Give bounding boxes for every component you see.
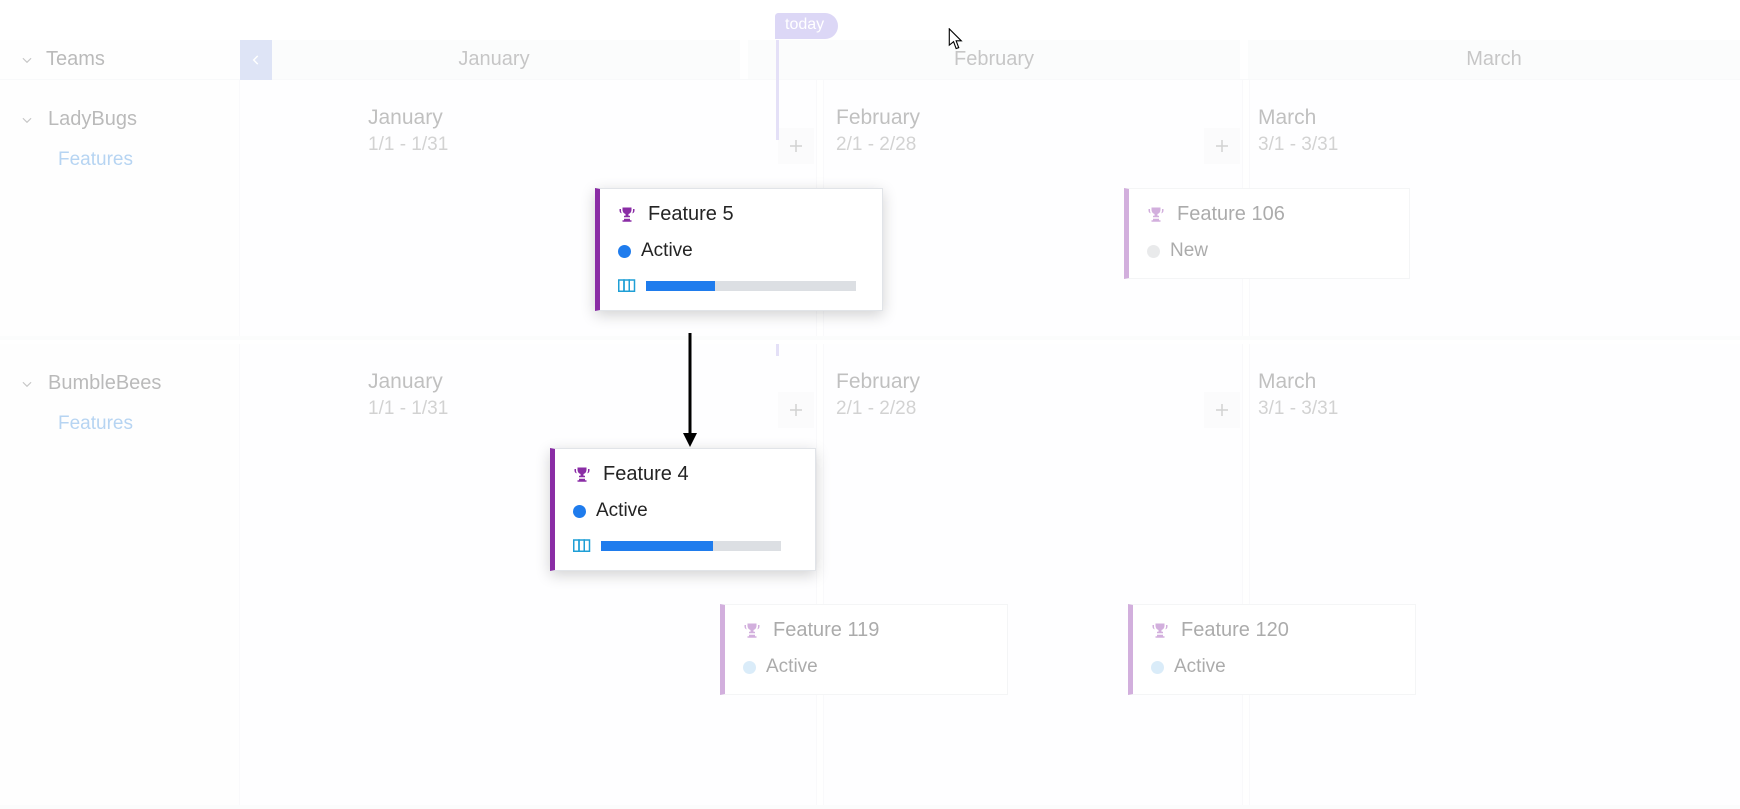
swimlane-subgroup-features[interactable]: Features [58, 149, 239, 171]
card-title: Feature 120 [1181, 619, 1289, 642]
chevron-down-icon [20, 113, 34, 127]
card-feature-119[interactable]: Feature 119 Active [720, 604, 1008, 695]
trophy-icon [1151, 622, 1169, 640]
month-range: 3/1 - 3/31 [1258, 398, 1338, 420]
chevron-left-icon [249, 53, 263, 67]
plus-icon [787, 401, 805, 419]
today-line [776, 40, 779, 140]
swimlane-toggle-ladybugs[interactable]: LadyBugs [20, 108, 239, 131]
card-status: Active [1174, 656, 1226, 678]
month-name: January [368, 370, 448, 394]
month-name: February [836, 106, 920, 130]
swimlane-body: January 1/1 - 1/31 February 2/1 - 2/28 M… [240, 344, 1740, 805]
add-item-button[interactable] [778, 128, 814, 164]
chevron-down-icon [20, 53, 34, 67]
book-icon [573, 538, 591, 554]
status-dot-icon [743, 661, 756, 674]
swimlane-bumblebees: BumbleBees Features January 1/1 - 1/31 F… [0, 344, 1740, 809]
trophy-icon [1147, 206, 1165, 224]
trophy-icon [573, 466, 591, 484]
month-range: 1/1 - 1/31 [368, 398, 448, 420]
card-status: Active [641, 240, 693, 262]
month-header-january: January 1/1 - 1/31 [368, 106, 448, 156]
month-name: March [1258, 370, 1338, 394]
swimlane-body: January 1/1 - 1/31 February 2/1 - 2/28 M… [240, 80, 1740, 336]
month-range: 1/1 - 1/31 [368, 134, 448, 156]
column-divider [1242, 344, 1250, 805]
trophy-icon [618, 206, 636, 224]
today-badge: today [775, 13, 838, 39]
plus-icon [1213, 137, 1231, 155]
progress-bar [646, 281, 856, 291]
card-title: Feature 119 [773, 619, 879, 642]
chevron-down-icon [20, 377, 34, 391]
status-dot-icon [1147, 245, 1160, 258]
card-title: Feature 5 [648, 203, 734, 226]
swimlane-title: LadyBugs [48, 108, 137, 131]
month-header-january: January 1/1 - 1/31 [368, 370, 448, 420]
column-divider [816, 344, 824, 805]
card-title: Feature 4 [603, 463, 689, 486]
swimlane-side-bumblebees: BumbleBees Features [0, 344, 240, 805]
add-item-button[interactable] [1204, 392, 1240, 428]
progress-fill [601, 541, 713, 551]
swimlane-subgroup-features[interactable]: Features [58, 413, 239, 435]
plus-icon [787, 137, 805, 155]
card-feature-4[interactable]: Feature 4 Active [550, 448, 816, 571]
card-feature-106[interactable]: Feature 106 New [1124, 188, 1410, 279]
card-feature-5[interactable]: Feature 5 Active [595, 188, 883, 311]
header-month-january[interactable]: January [240, 40, 740, 79]
progress-fill [646, 281, 715, 291]
status-dot-icon [618, 245, 631, 258]
card-title: Feature 106 [1177, 203, 1285, 226]
swimlane-toggle-bumblebees[interactable]: BumbleBees [20, 372, 239, 395]
month-header-march: March 3/1 - 3/31 [1258, 106, 1338, 156]
card-status: New [1170, 240, 1208, 262]
status-dot-icon [1151, 661, 1164, 674]
add-item-button[interactable] [1204, 128, 1240, 164]
sidebar-header-label: Teams [46, 48, 105, 71]
card-status: Active [766, 656, 818, 678]
month-name: January [368, 106, 448, 130]
swimlane-title: BumbleBees [48, 372, 161, 395]
card-status: Active [596, 500, 648, 522]
prev-month-button[interactable] [240, 40, 272, 80]
trophy-icon [743, 622, 761, 640]
book-icon [618, 278, 636, 294]
month-name: February [836, 370, 920, 394]
month-header-february: February 2/1 - 2/28 [836, 106, 920, 156]
status-dot-icon [573, 505, 586, 518]
month-range: 2/1 - 2/28 [836, 134, 920, 156]
month-header-march: March 3/1 - 3/31 [1258, 370, 1338, 420]
header-month-february[interactable]: February [740, 40, 1240, 79]
add-item-button[interactable] [778, 392, 814, 428]
card-feature-120[interactable]: Feature 120 Active [1128, 604, 1416, 695]
header-month-march[interactable]: March [1240, 40, 1740, 79]
month-range: 2/1 - 2/28 [836, 398, 920, 420]
plus-icon [1213, 401, 1231, 419]
dependency-arrow [682, 333, 698, 449]
progress-bar [601, 541, 781, 551]
month-range: 3/1 - 3/31 [1258, 134, 1338, 156]
month-header-february: February 2/1 - 2/28 [836, 370, 920, 420]
sidebar-header[interactable]: Teams [0, 40, 240, 79]
today-line-segment [776, 344, 779, 356]
month-name: March [1258, 106, 1338, 130]
swimlane-side-ladybugs: LadyBugs Features [0, 80, 240, 336]
